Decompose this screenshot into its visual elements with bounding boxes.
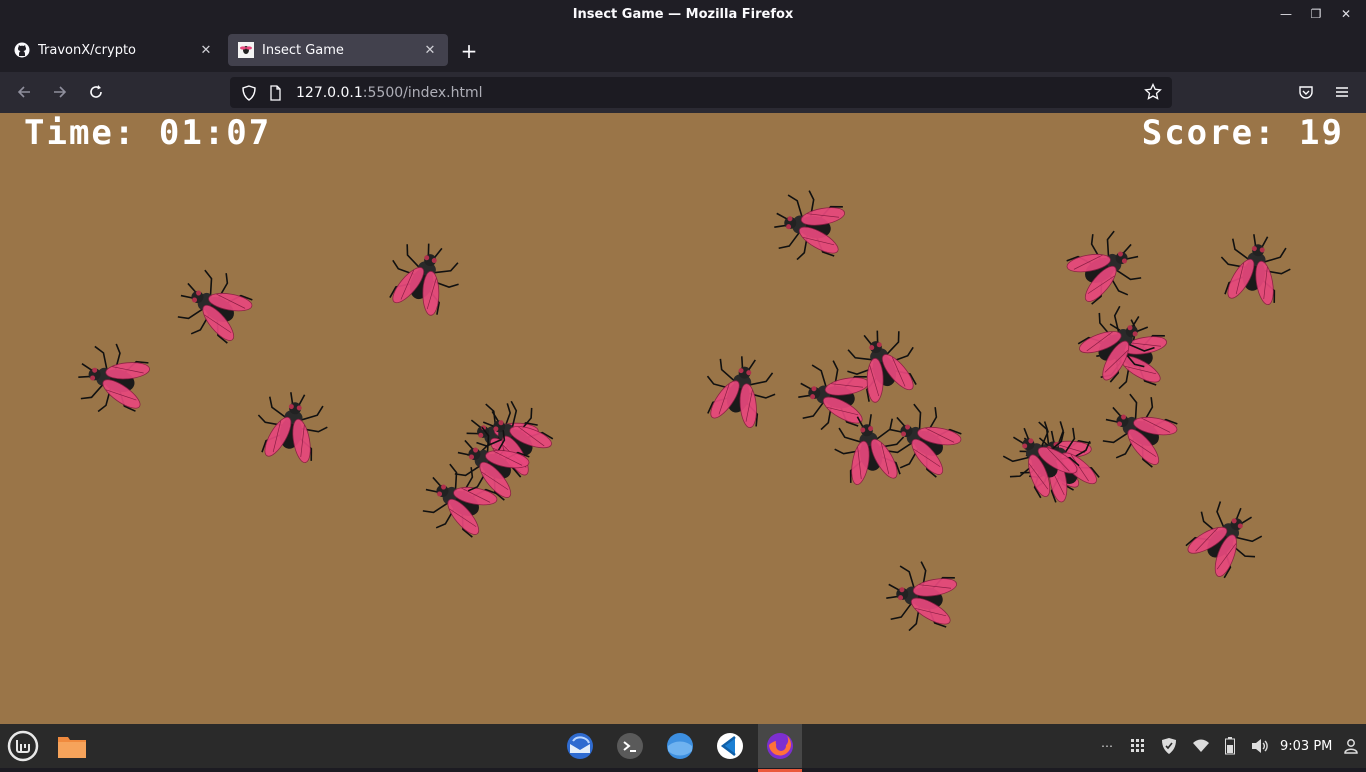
tracking-protection-shield-icon[interactable]	[238, 82, 260, 104]
fly-insect[interactable]	[868, 545, 972, 649]
user-icon[interactable]	[1340, 724, 1362, 768]
page-info-icon[interactable]	[264, 82, 286, 104]
overflow-icon[interactable]: ⋯	[1096, 724, 1118, 768]
reload-button[interactable]	[84, 80, 108, 104]
game-canvas[interactable]: Time: 01:07 Score: 19	[0, 113, 1366, 724]
wifi-icon[interactable]	[1189, 724, 1213, 768]
tab-strip: TravonX/crypto ✕ Insect Game ✕ +	[0, 28, 1366, 72]
url-path: :5500/index.html	[362, 84, 483, 101]
battery-icon[interactable]	[1220, 724, 1240, 768]
pocket-button[interactable]	[1294, 80, 1318, 104]
tab-label: Insect Game	[262, 42, 344, 58]
browser-icon[interactable]	[662, 728, 698, 764]
thunderbird-icon[interactable]	[562, 728, 598, 764]
forward-button[interactable]	[48, 80, 72, 104]
url-text: 127.0.0.1:5500/index.html	[296, 85, 483, 101]
new-tab-button[interactable]: +	[458, 39, 480, 63]
close-window-button[interactable]: ✕	[1336, 4, 1356, 24]
apps-grid-icon[interactable]	[1127, 724, 1149, 768]
window-titlebar: Insect Game — Mozilla Firefox — ❐ ✕	[0, 0, 1366, 28]
reload-icon	[90, 85, 102, 98]
fly-insect[interactable]	[756, 174, 860, 278]
time-value: 01:07	[158, 113, 272, 153]
fly-insect[interactable]	[818, 396, 922, 500]
bookmark-star-icon[interactable]	[1142, 81, 1164, 103]
fly-insect[interactable]	[152, 245, 275, 368]
score-display: Score: 19	[1142, 113, 1344, 153]
files-icon[interactable]	[54, 728, 90, 764]
github-icon	[14, 42, 30, 58]
hamburger-menu-icon	[1336, 87, 1348, 97]
back-button[interactable]	[12, 80, 36, 104]
fly-insect[interactable]	[366, 219, 481, 334]
firefox-icon[interactable]	[758, 724, 802, 772]
score-value: 19	[1299, 113, 1344, 153]
close-tab-icon[interactable]: ✕	[422, 42, 438, 58]
tab-label: TravonX/crypto	[38, 42, 137, 58]
insect-favicon-icon	[238, 42, 254, 58]
shield-icon[interactable]	[1157, 724, 1181, 768]
taskbar-clock[interactable]: 9:03 PM	[1280, 724, 1332, 768]
minimize-button[interactable]: —	[1276, 4, 1296, 24]
fly-insect[interactable]	[1203, 216, 1307, 320]
mint-menu-icon[interactable]	[5, 728, 41, 764]
url-host: 127.0.0.1	[296, 84, 363, 101]
terminal-icon[interactable]	[612, 728, 648, 764]
fly-insect[interactable]	[57, 324, 167, 434]
taskbar: ⋯ 9:03 PM	[0, 724, 1366, 772]
tab-travonx-crypto[interactable]: TravonX/crypto ✕	[4, 34, 224, 66]
close-tab-icon[interactable]: ✕	[198, 42, 214, 58]
time-label: Time:	[24, 113, 137, 153]
restore-button[interactable]: ❐	[1306, 4, 1326, 24]
vscode-icon[interactable]	[712, 728, 748, 764]
fly-insect[interactable]	[240, 374, 344, 478]
time-display: Time: 01:07	[24, 113, 271, 153]
fly-insect[interactable]	[1162, 475, 1289, 602]
back-arrow-icon	[17, 86, 30, 98]
volume-icon[interactable]	[1249, 724, 1271, 768]
fly-insect[interactable]	[685, 335, 795, 445]
tab-insect-game[interactable]: Insect Game ✕	[228, 34, 448, 66]
url-bar[interactable]: 127.0.0.1:5500/index.html	[230, 77, 1172, 108]
pocket-icon	[1299, 86, 1313, 99]
window-title: Insect Game — Mozilla Firefox	[572, 6, 794, 22]
app-menu-button[interactable]	[1330, 80, 1354, 104]
navigation-toolbar: 127.0.0.1:5500/index.html	[0, 72, 1366, 113]
score-label: Score:	[1141, 113, 1277, 153]
forward-arrow-icon	[54, 86, 67, 98]
